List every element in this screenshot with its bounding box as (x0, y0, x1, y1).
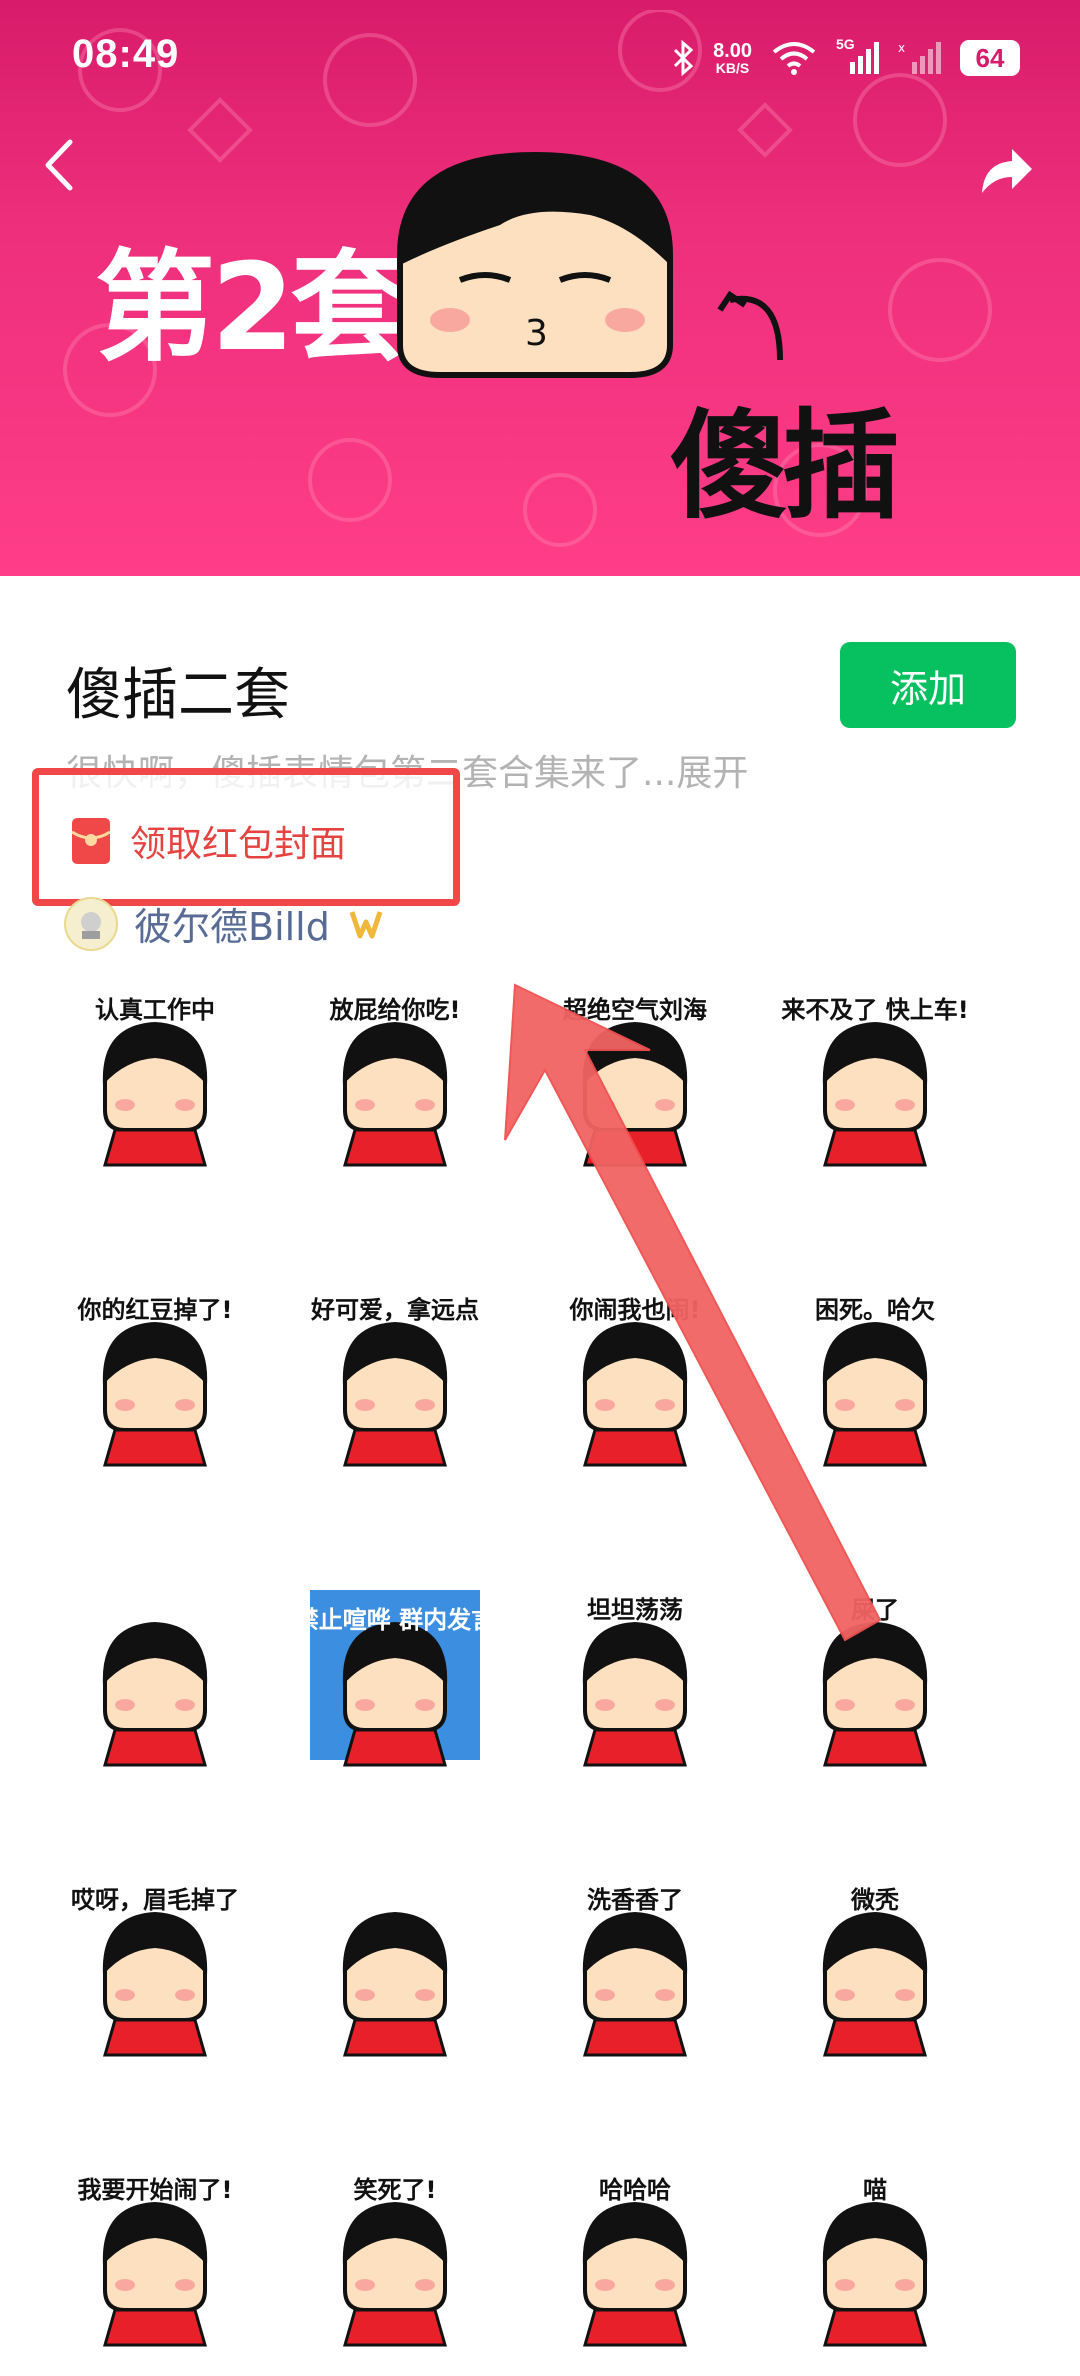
wifi-icon (772, 42, 816, 75)
sticker-item[interactable] (285, 1860, 505, 2080)
sticker-item[interactable]: 认真工作中 (45, 970, 265, 1190)
author-name: 彼尔德Billd (134, 905, 330, 949)
avatar (64, 896, 118, 951)
sticker-item[interactable]: 坦坦荡荡 (525, 1570, 745, 1790)
red-packet-label: 领取红包封面 (130, 824, 347, 865)
sticker-image (102, 1622, 208, 1767)
add-button[interactable]: 添加 (840, 642, 1016, 728)
net-speed-unit: KB/S (715, 60, 750, 76)
sticker-item[interactable]: 喵 (765, 2150, 985, 2370)
sticker-item[interactable]: 洗香香了 (525, 1860, 745, 2080)
net-speed: 8.00 KB/S (713, 41, 752, 75)
sticker-caption: 喵 (863, 2176, 887, 2204)
sticker-item[interactable]: 笑死了! (285, 2150, 505, 2370)
sticker-image (342, 1912, 448, 2057)
sticker-item[interactable]: 你的红豆掉了! (45, 1270, 265, 1490)
banner-character: 3 (397, 151, 673, 378)
sticker-caption: 来不及了 快上车! (781, 996, 969, 1024)
sticker-caption: 哎呀，眉毛掉了 (71, 1886, 239, 1914)
red-packet-link[interactable]: 领取红包封面 (72, 815, 346, 867)
sticker-caption: 微秃 (851, 1886, 899, 1914)
banner-title-left: 第2套 (95, 239, 410, 378)
sticker-item[interactable]: 你闹我也闹! (525, 1270, 745, 1490)
sticker-item[interactable]: 我要开始闹了! (45, 2150, 265, 2370)
sticker-caption: 坦坦荡荡 (587, 1596, 683, 1624)
sticker-caption: 困死。哈欠 (815, 1296, 935, 1324)
sticker-caption: 你的红豆掉了! (77, 1296, 233, 1324)
sticker-caption: 你闹我也闹! (569, 1296, 701, 1324)
sticker-caption: 笑死了! (353, 2176, 437, 2204)
sticker-caption: 哈哈哈 (599, 2176, 671, 2204)
sticker-item[interactable]: 微秃 (765, 1860, 985, 2080)
battery-level: 64 (975, 42, 1005, 73)
sticker-item[interactable]: 好可爱，拿远点 (285, 1270, 505, 1490)
net-speed-value: 8.00 (713, 40, 752, 62)
svg-text:3: 3 (525, 313, 548, 354)
status-time: 08:49 (72, 32, 180, 76)
status-icons: 8.00 KB/S 5G x 64 (671, 36, 1020, 80)
sticker-item[interactable]: 放屁给你吃! (285, 970, 505, 1190)
author-row[interactable]: 彼尔德Billd (64, 896, 386, 951)
sticker-caption: 认真工作中 (95, 996, 215, 1024)
signal-5g-icon: 5G (836, 36, 880, 76)
battery-icon: 64 (960, 40, 1020, 76)
sticker-item[interactable]: 哎呀，眉毛掉了 (45, 1860, 265, 2080)
back-icon[interactable] (30, 130, 90, 200)
sticker-caption: 我要开始闹了! (77, 2176, 233, 2204)
banner-arrow-doodle (717, 290, 783, 361)
sticker-caption: 屎了 (851, 1596, 899, 1624)
sticker-caption: 好可爱，拿远点 (311, 1296, 479, 1324)
sticker-caption: 洗香香了 (587, 1886, 683, 1914)
bluetooth-icon (674, 40, 694, 76)
sticker-item[interactable]: 超绝空气刘海 (525, 970, 745, 1190)
sticker-item[interactable]: 哈哈哈 (525, 2150, 745, 2370)
banner-title-right: 傻插 (670, 397, 900, 535)
sticker-item[interactable]: 屎了 (765, 1570, 985, 1790)
red-packet-icon (72, 818, 110, 864)
creator-badge-icon (349, 910, 383, 938)
signal-icon: x (898, 41, 941, 74)
svg-text:x: x (898, 41, 905, 55)
sticker-item[interactable] (45, 1570, 265, 1790)
sticker-caption: 放屁给你吃! (329, 996, 461, 1024)
pack-title: 傻插二套 (66, 663, 290, 728)
sticker-caption: 禁止喧哗 群内发言 (294, 1606, 496, 1634)
sticker-item[interactable]: 来不及了 快上车! (765, 970, 985, 1190)
sticker-item[interactable]: 禁止喧哗 群内发言 (285, 1570, 505, 1790)
sticker-item[interactable]: 困死。哈欠 (765, 1270, 985, 1490)
sticker-caption: 超绝空气刘海 (563, 996, 707, 1024)
status-bar: 08:49 8.00 KB/S 5G x 64 (0, 0, 1080, 120)
share-icon[interactable] (970, 135, 1040, 205)
pack-banner: 08:49 8.00 KB/S 5G x 64 第2套 3 傻插 (0, 0, 1080, 576)
